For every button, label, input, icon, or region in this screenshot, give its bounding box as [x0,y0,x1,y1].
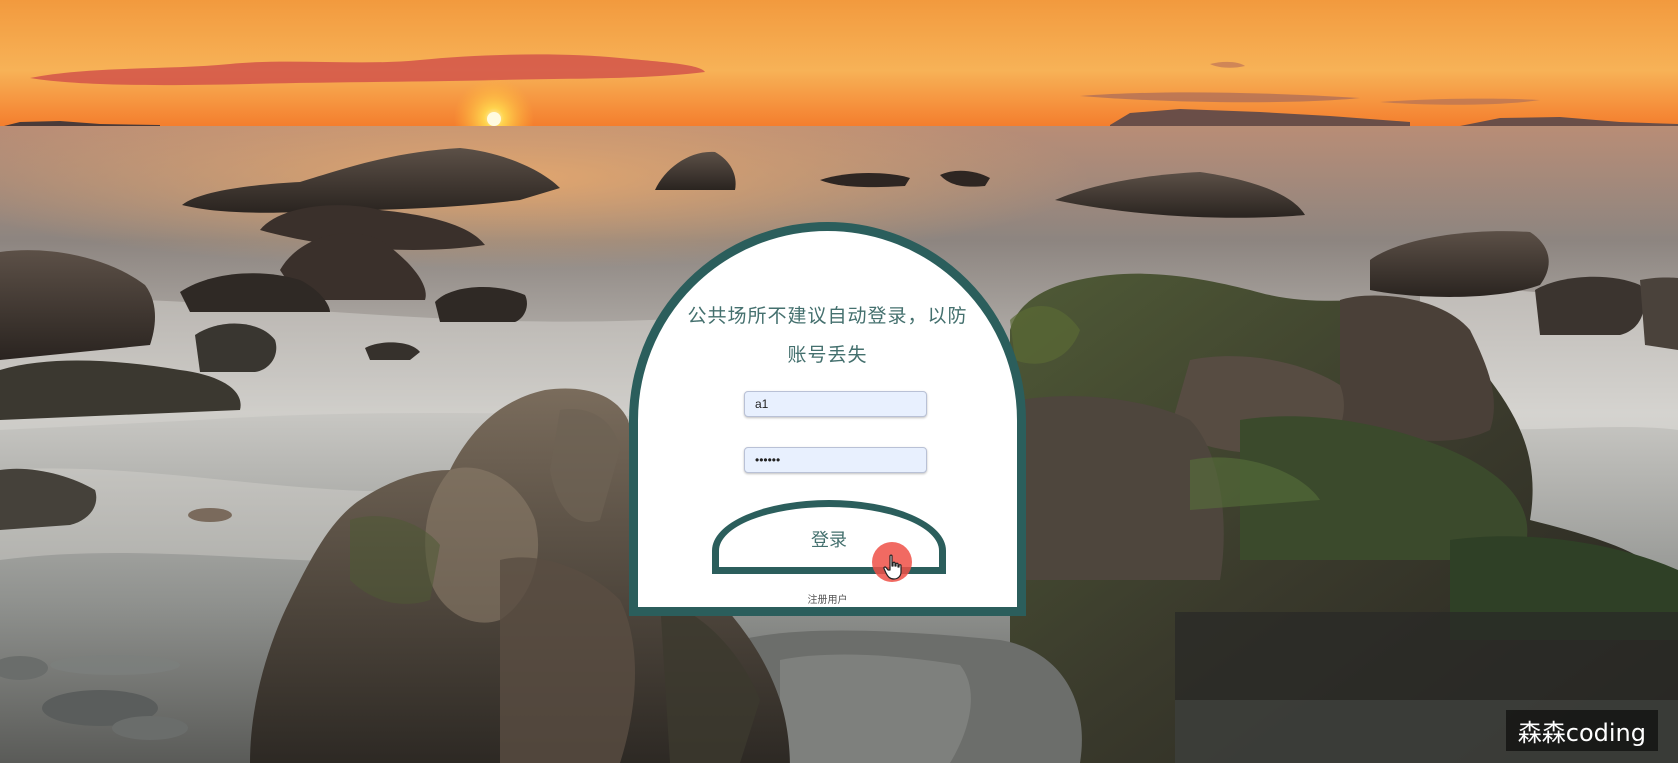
watermark: 森森coding [1505,710,1658,751]
register-link[interactable]: 注册用户 [638,591,1017,606]
username-input[interactable] [744,391,927,417]
login-card: 公共场所不建议自动登录，以防账号丢失 登录 注册用户 [629,222,1026,616]
password-input[interactable] [744,447,927,473]
hand-pointer-icon [883,554,902,580]
login-notice: 公共场所不建议自动登录，以防账号丢失 [687,305,968,366]
